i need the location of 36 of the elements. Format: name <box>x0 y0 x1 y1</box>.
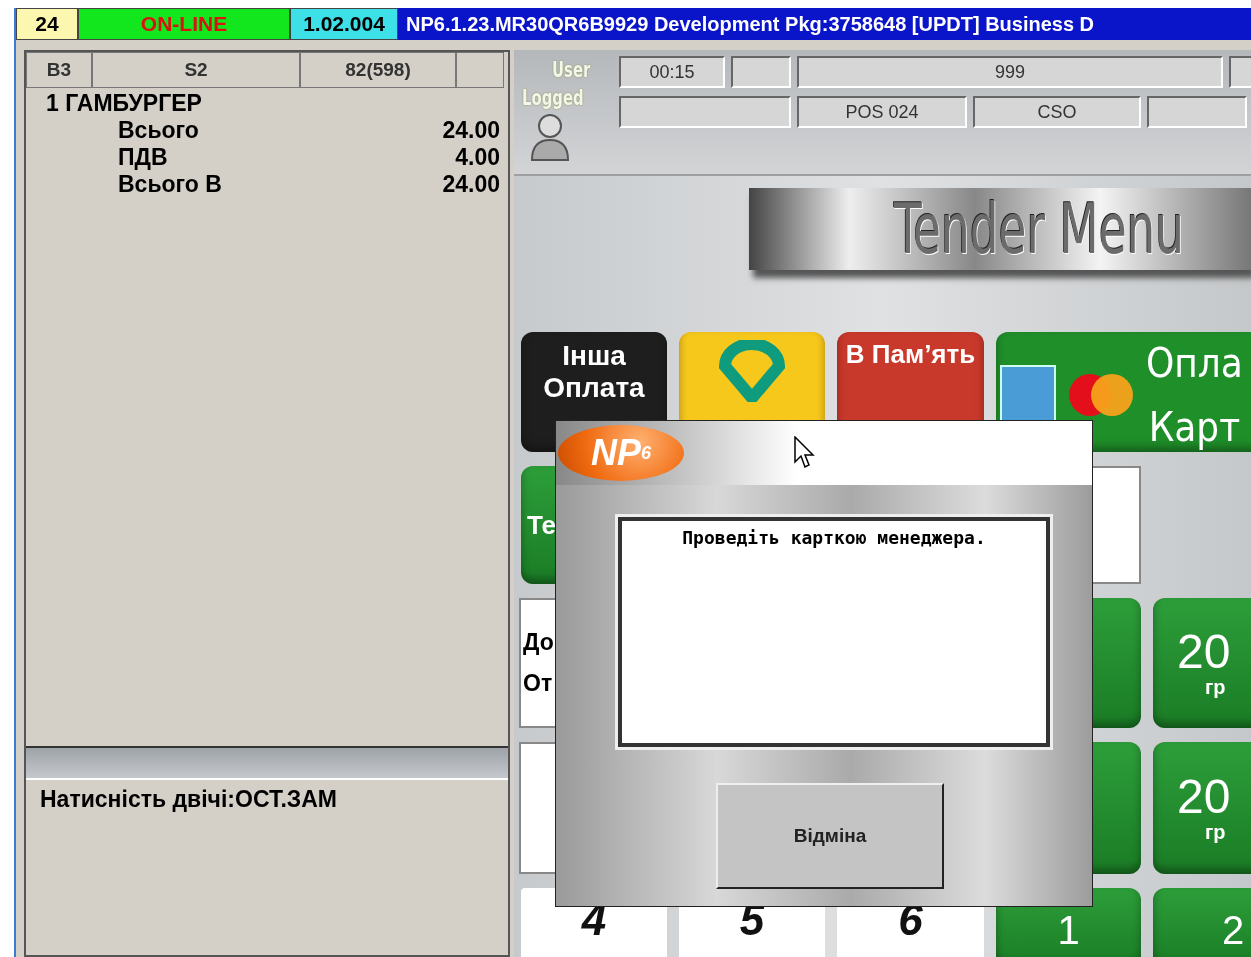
info-text: До <box>523 629 554 656</box>
status-field: CSO <box>973 96 1142 128</box>
info-text: От <box>523 670 553 697</box>
dialog-message: Проведіть карткою менеджера. <box>618 517 1050 747</box>
card-logo-icon <box>1068 372 1134 418</box>
order-header-cell: S2 <box>92 52 300 88</box>
total-label: Всього В <box>118 171 222 198</box>
terminal-number: 24 <box>16 8 78 40</box>
user-logged-label: User <box>551 56 591 84</box>
build-info: NP6.1.23.MR30QR6B9929 Development Pkg:3758648 [UPDT] Business D <box>405 11 1096 37</box>
total-label: Всього <box>118 117 199 144</box>
amount-button[interactable]: 20 гр <box>1153 598 1251 728</box>
total-amount: 24.00 <box>442 117 500 144</box>
number-key[interactable]: 2 <box>1153 888 1251 957</box>
status-field: POS 024 <box>797 96 968 128</box>
mouse-cursor-icon <box>794 436 816 470</box>
np-logo: NP$^{6}$ <box>558 425 684 481</box>
cancel-button[interactable]: Відміна <box>716 783 944 889</box>
total-label: ПДВ <box>118 144 168 171</box>
tender-button[interactable]: Опла Карт <box>996 332 1251 452</box>
location-pin-icon <box>717 340 787 402</box>
total-amount: 4.00 <box>455 144 500 171</box>
banner-title: Tender Menu <box>894 188 1185 270</box>
order-header-cell: 82(598) <box>300 52 456 88</box>
order-item-name: 1 ГАМБУРГЕР <box>46 90 203 117</box>
status-field: 999 <box>797 56 1224 88</box>
version-label: 1.02.004 <box>290 8 398 40</box>
hint-message: Натисність двічі:ОСТ.ЗАМ <box>39 785 338 814</box>
total-amount: 24.00 <box>442 171 500 198</box>
order-header-cell: B3 <box>26 52 92 88</box>
amount-button[interactable]: 20 гр <box>1153 742 1251 874</box>
user-logged-label: Logged <box>522 84 584 112</box>
status-field <box>731 56 792 88</box>
status-field: 00:15 <box>619 56 726 88</box>
connection-status: ON-LINE <box>78 8 290 40</box>
user-icon <box>530 112 570 162</box>
